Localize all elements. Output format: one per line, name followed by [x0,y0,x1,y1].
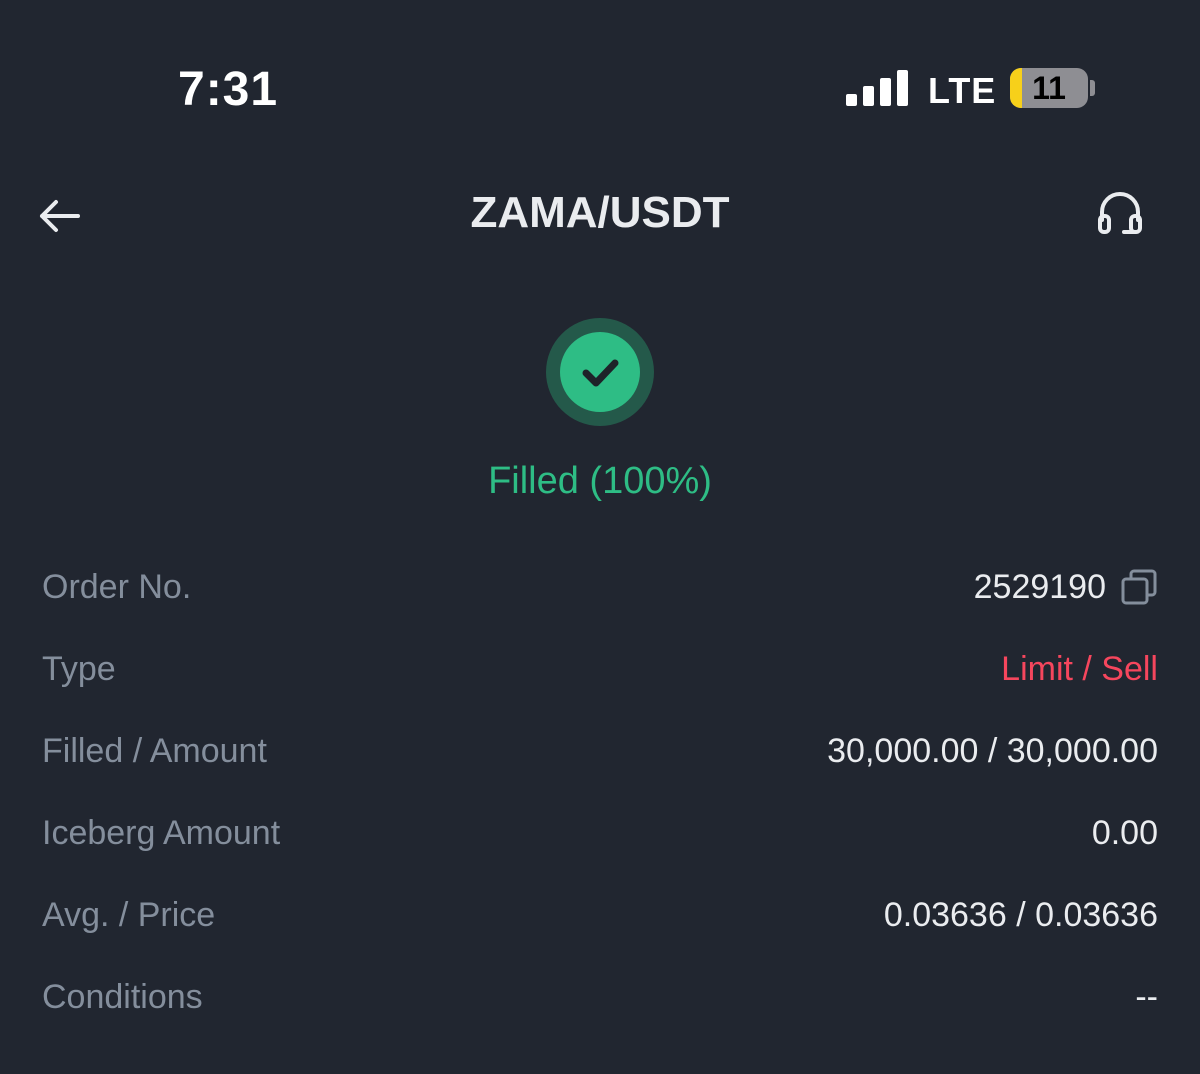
status-time: 7:31 [178,63,279,116]
avg-price-value: 0.03636 / 0.03636 [883,895,1158,934]
copy-icon[interactable] [1120,568,1158,606]
detail-row-conditions: Conditions -- [42,956,1158,1038]
check-circle-icon [560,332,640,412]
conditions-value: -- [1135,977,1158,1016]
detail-row-iceberg-amount: Iceberg Amount 0.00 [42,792,1158,874]
page-title: ZAMA/USDT [470,188,730,237]
iceberg-amount-value: 0.00 [1091,813,1158,852]
type-value: Limit / Sell [1001,649,1158,688]
avg-price-label: Avg. / Price [42,895,216,934]
detail-row-type: Type Limit / Sell [42,628,1158,710]
order-detail-screen: 7:31 LTE 11 ZAMA/USDT Filled (100%) Orde… [0,0,1200,1074]
headset-icon [1098,192,1142,234]
detail-row-filled-amount: Filled / Amount 30,000.00 / 30,000.00 [42,710,1158,792]
support-button[interactable] [1094,188,1146,240]
network-type: LTE [928,70,997,111]
status-icon-ring [546,318,654,426]
battery-icon: 11 [1010,68,1088,108]
type-label: Type [42,649,116,688]
filled-amount-value: 30,000.00 / 30,000.00 [827,731,1158,770]
signal-icon [846,70,908,106]
battery-tip [1090,80,1095,96]
detail-row-order-no: Order No. 2529190 [42,546,1158,628]
order-details: Order No. 2529190 Type Limit / Sell Fill… [42,546,1158,1038]
detail-row-avg-price: Avg. / Price 0.03636 / 0.03636 [42,874,1158,956]
iceberg-amount-label: Iceberg Amount [42,813,281,852]
order-status-text: Filled (100%) [488,460,712,502]
order-no-value-wrap: 2529190 [974,568,1158,607]
filled-amount-label: Filled / Amount [42,731,267,770]
battery-level: 11 [1032,70,1066,106]
order-no-label: Order No. [42,567,192,606]
conditions-label: Conditions [42,977,203,1016]
order-no-value: 2529190 [973,567,1106,606]
